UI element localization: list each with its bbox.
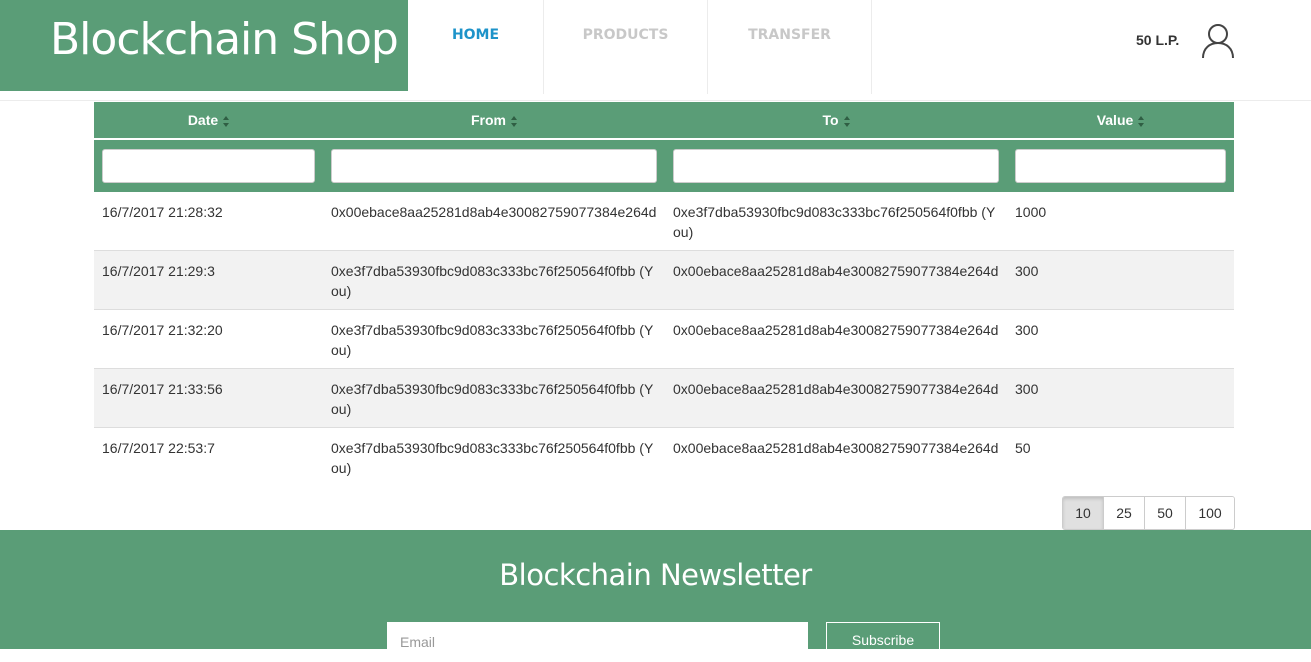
from-address: 0xe3f7dba53930fbc9d083c333bc76f250564f0f… (331, 440, 636, 456)
newsletter-title: Blockchain Newsletter (499, 558, 812, 592)
column-label: Value (1096, 112, 1134, 128)
to-address: 0x00ebace8aa25281d8ab4e30082759077384e26… (673, 263, 999, 279)
header: Blockchain Shop HOME PRODUCTS TRANSFER 5… (0, 0, 1311, 101)
sort-icon (511, 115, 517, 127)
cell-from: 0xe3f7dba53930fbc9d083c333bc76f250564f0f… (323, 309, 665, 369)
cell-date: 16/7/2017 21:33:56 (94, 368, 323, 428)
page-size-100-button[interactable]: 100 (1185, 497, 1234, 529)
column-label: To (822, 112, 839, 128)
sort-icon (843, 115, 850, 127)
cell-date: 16/7/2017 22:53:7 (94, 427, 323, 486)
nav-transfer[interactable]: TRANSFER (708, 0, 872, 94)
page-size-selector: 10 25 50 100 (1062, 496, 1235, 530)
brand-title: Blockchain Shop (50, 14, 399, 65)
cell-from: 0xe3f7dba53930fbc9d083c333bc76f250564f0f… (323, 250, 665, 310)
cell-value: 300 (1007, 250, 1234, 310)
cell-to: 0x00ebace8aa25281d8ab4e30082759077384e26… (665, 368, 1007, 428)
subscribe-button[interactable]: Subscribe (826, 622, 940, 662)
cell-value: 300 (1007, 309, 1234, 369)
from-address: 0xe3f7dba53930fbc9d083c333bc76f250564f0f… (331, 381, 636, 397)
page-size-50-button[interactable]: 50 (1144, 497, 1185, 529)
cell-to: 0x00ebace8aa25281d8ab4e30082759077384e26… (665, 427, 1007, 486)
balance-display: 50 L.P. (1136, 32, 1180, 48)
column-header-from[interactable]: From (323, 102, 665, 139)
cell-date: 16/7/2017 21:29:3 (94, 250, 323, 310)
filter-to-input[interactable] (673, 149, 999, 183)
cell-to: 0x00ebace8aa25281d8ab4e30082759077384e26… (665, 250, 1007, 310)
page-size-25-button[interactable]: 25 (1103, 497, 1144, 529)
table-row: 16/7/2017 21:33:56 0xe3f7dba53930fbc9d08… (94, 368, 1234, 428)
brand-logo[interactable]: Blockchain Shop (0, 0, 408, 91)
filter-value-input[interactable] (1015, 149, 1226, 183)
cell-date: 16/7/2017 21:32:20 (94, 309, 323, 369)
cell-value: 1000 (1007, 192, 1234, 251)
newsletter-footer: Blockchain Newsletter Subscribe (0, 530, 1311, 662)
column-header-date[interactable]: Date (94, 102, 323, 139)
cell-value: 300 (1007, 368, 1234, 428)
to-address: 0x00ebace8aa25281d8ab4e30082759077384e26… (673, 381, 999, 397)
table-row: 16/7/2017 21:32:20 0xe3f7dba53930fbc9d08… (94, 309, 1234, 369)
sort-icon (223, 115, 230, 127)
cell-value: 50 (1007, 427, 1234, 486)
cell-to: 0x00ebace8aa25281d8ab4e30082759077384e26… (665, 309, 1007, 369)
filter-cell (323, 138, 665, 192)
filter-date-input[interactable] (102, 149, 315, 183)
main-nav: HOME PRODUCTS TRANSFER (408, 0, 872, 94)
filter-from-input[interactable] (331, 149, 657, 183)
column-header-value[interactable]: Value (1007, 102, 1234, 139)
cell-to: 0xe3f7dba53930fbc9d083c333bc76f250564f0f… (665, 192, 1007, 251)
filter-cell (665, 138, 1007, 192)
from-address: 0x00ebace8aa25281d8ab4e30082759077384e26… (331, 204, 657, 220)
transactions-table: Date From To Value 16/7/2017 21:28:32 0x… (94, 102, 1234, 486)
table-row: 16/7/2017 21:29:3 0xe3f7dba53930fbc9d083… (94, 250, 1234, 310)
from-address: 0xe3f7dba53930fbc9d083c333bc76f250564f0f… (331, 322, 636, 338)
page-size-10-button[interactable]: 10 (1063, 497, 1103, 529)
to-address: 0xe3f7dba53930fbc9d083c333bc76f250564f0f… (673, 204, 978, 220)
cell-from: 0xe3f7dba53930fbc9d083c333bc76f250564f0f… (323, 427, 665, 486)
nav-home[interactable]: HOME (408, 0, 544, 94)
cell-from: 0x00ebace8aa25281d8ab4e30082759077384e26… (323, 192, 665, 251)
table-row: 16/7/2017 22:53:7 0xe3f7dba53930fbc9d083… (94, 427, 1234, 486)
column-label: From (471, 112, 506, 128)
nav-products[interactable]: PRODUCTS (544, 0, 708, 94)
column-header-to[interactable]: To (665, 102, 1007, 139)
user-icon[interactable] (1200, 22, 1236, 60)
to-address: 0x00ebace8aa25281d8ab4e30082759077384e26… (673, 322, 999, 338)
to-address: 0x00ebace8aa25281d8ab4e30082759077384e26… (673, 440, 999, 456)
table-row: 16/7/2017 21:28:32 0x00ebace8aa25281d8ab… (94, 192, 1234, 251)
sort-icon (1138, 115, 1145, 127)
column-label: Date (187, 112, 219, 128)
email-field[interactable] (387, 622, 808, 662)
from-address: 0xe3f7dba53930fbc9d083c333bc76f250564f0f… (331, 263, 636, 279)
filter-cell (94, 138, 323, 192)
filter-cell (1007, 138, 1234, 192)
cell-from: 0xe3f7dba53930fbc9d083c333bc76f250564f0f… (323, 368, 665, 428)
cell-date: 16/7/2017 21:28:32 (94, 192, 323, 251)
